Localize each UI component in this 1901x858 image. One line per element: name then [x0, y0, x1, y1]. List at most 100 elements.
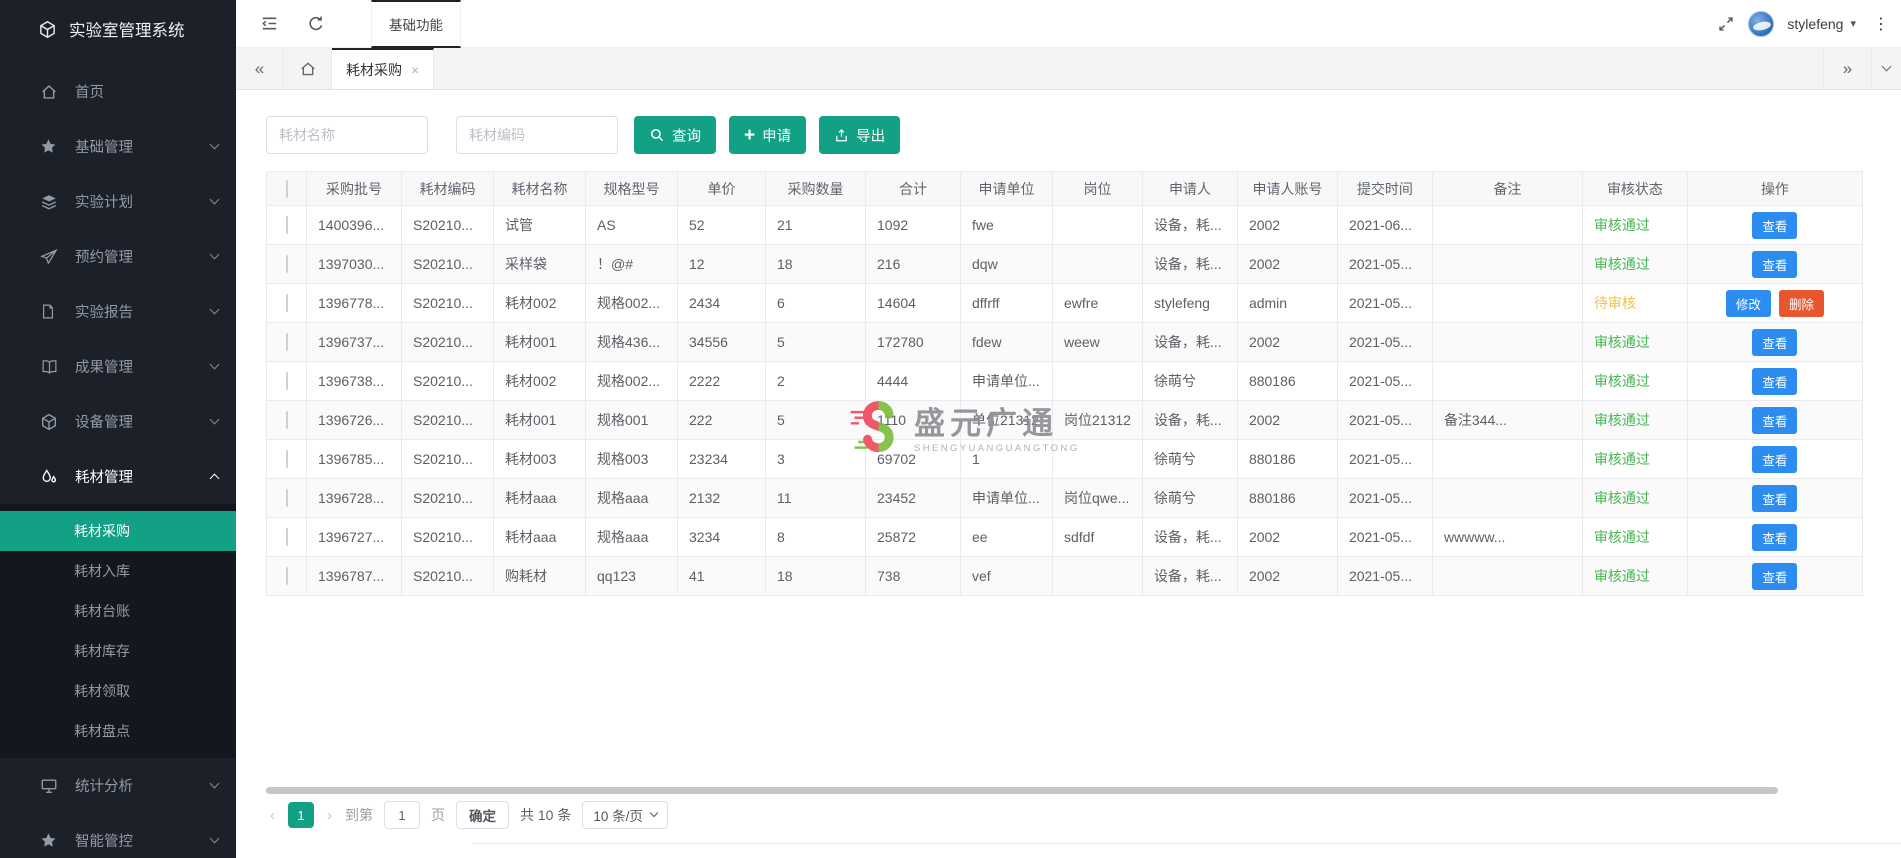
tab-close-icon[interactable]: × — [411, 62, 419, 78]
view-button[interactable]: 查看 — [1752, 445, 1798, 473]
fullscreen-icon[interactable] — [1717, 15, 1735, 33]
tab-consumables-procurement[interactable]: 耗材采购 × — [332, 48, 435, 89]
sidebar-subitem[interactable]: 耗材领取 — [0, 671, 236, 711]
delete-button[interactable]: 删除 — [1778, 289, 1824, 317]
view-button[interactable]: 查看 — [1752, 523, 1798, 551]
username[interactable]: stylefeng — [1787, 16, 1843, 32]
actions-cell: 查看 — [1686, 361, 1863, 401]
sidebar-item[interactable]: 首页 — [0, 64, 236, 119]
more-options-icon[interactable]: ⋮ — [1869, 14, 1893, 34]
view-button[interactable]: 查看 — [1752, 367, 1798, 395]
sidebar-item[interactable]: 实验报告 — [0, 284, 236, 339]
row-checkbox[interactable] — [285, 216, 288, 234]
table-cell: 备注344... — [1431, 400, 1583, 440]
refresh-icon[interactable] — [307, 15, 325, 33]
sidebar-item[interactable]: 设备管理 — [0, 394, 236, 449]
sidebar-item[interactable]: 预约管理 — [0, 229, 236, 284]
actions-cell: 查看 — [1686, 439, 1863, 479]
table-cell: 单位21312 — [960, 400, 1053, 440]
table-cell: 2021-05... — [1336, 361, 1433, 401]
goto-page-input[interactable] — [384, 801, 420, 829]
sidebar-subitem[interactable]: 耗材台账 — [0, 591, 236, 631]
consumable-code-input[interactable] — [456, 116, 618, 154]
query-button[interactable]: 查询 — [634, 116, 716, 154]
column-header: 规格型号 — [585, 171, 678, 206]
confirm-button[interactable]: 确定 — [456, 801, 509, 829]
horizontal-scrollbar[interactable] — [266, 787, 1778, 794]
view-button[interactable]: 查看 — [1752, 484, 1798, 512]
view-button[interactable]: 查看 — [1752, 328, 1798, 356]
column-header: 岗位 — [1052, 171, 1143, 206]
status-cell: 审核通过 — [1581, 478, 1688, 518]
row-checkbox[interactable] — [285, 450, 288, 468]
table-cell — [1431, 322, 1583, 362]
tabs-menu-chevron-down-icon[interactable] — [1871, 48, 1901, 89]
page-1-button[interactable]: 1 — [288, 802, 314, 828]
row-checkbox[interactable] — [285, 567, 288, 585]
table-cell: 试管 — [493, 205, 586, 245]
sidebar-item[interactable]: 实验计划 — [0, 174, 236, 229]
sidebar-item[interactable]: 耗材管理 — [0, 449, 236, 504]
table-cell — [1052, 244, 1143, 284]
topbar-right: stylefeng ▾ ⋮ — [1717, 10, 1901, 37]
status-cell: 审核通过 — [1581, 205, 1688, 245]
table-row: 1396737... S20210... 耗材001 规格436... 34556 5 17… — [266, 322, 1863, 362]
export-button[interactable]: 导出 — [819, 116, 901, 154]
sidebar-subitem[interactable]: 耗材库存 — [0, 631, 236, 671]
next-page-icon[interactable]: › — [325, 807, 334, 824]
table-cell: 6 — [765, 283, 866, 323]
sidebar-item[interactable]: 统计分析 — [0, 758, 236, 813]
status-badge: 审核通过 — [1593, 490, 1650, 506]
table-cell: 设备，耗... — [1141, 517, 1238, 557]
prev-page-icon[interactable]: ‹ — [268, 807, 277, 824]
select-chevron-down-icon — [649, 808, 659, 818]
table-cell: 1092 — [865, 205, 961, 245]
column-header: 采购批号 — [306, 171, 402, 206]
tab-basic-functions[interactable]: 基础功能 — [371, 0, 461, 48]
column-header: 耗材编码 — [401, 171, 494, 206]
sidebar-subitem[interactable]: 耗材盘点 — [0, 711, 236, 751]
row-checkbox[interactable] — [285, 489, 288, 507]
table-cell: 耗材003 — [493, 439, 586, 479]
sidebar-subitem[interactable]: 耗材入库 — [0, 551, 236, 591]
user-caret-down-icon[interactable]: ▾ — [1850, 17, 1856, 30]
row-checkbox[interactable] — [285, 411, 288, 429]
view-button[interactable]: 查看 — [1752, 406, 1798, 434]
sidebar-item[interactable]: 智能管控 — [0, 813, 236, 858]
status-badge: 审核通过 — [1593, 412, 1650, 428]
status-cell: 审核通过 — [1581, 517, 1688, 557]
table-cell: 耗材002 — [493, 361, 586, 401]
row-checkbox[interactable] — [285, 333, 288, 351]
menu-fold-icon[interactable] — [260, 14, 279, 33]
tabs-scroll-right-icon[interactable]: » — [1823, 48, 1871, 89]
page-size-select[interactable]: 10 条/页 — [582, 801, 668, 829]
row-checkbox[interactable] — [285, 528, 288, 546]
home-tab-icon[interactable] — [284, 48, 332, 89]
table-cell: 4444 — [865, 361, 961, 401]
sidebar-item[interactable]: 基础管理 — [0, 119, 236, 174]
row-checkbox[interactable] — [285, 255, 288, 273]
apply-button[interactable]: + 申请 — [729, 116, 807, 154]
view-button[interactable]: 查看 — [1752, 250, 1798, 278]
sidebar-item[interactable]: 成果管理 — [0, 339, 236, 394]
table-cell: 41 — [677, 556, 766, 596]
tabs-scroll-left-icon[interactable]: « — [236, 48, 284, 89]
table-cell: S20210... — [401, 400, 494, 440]
row-checkbox[interactable] — [285, 294, 288, 312]
view-button[interactable]: 查看 — [1752, 211, 1798, 239]
page-unit-label: 页 — [431, 807, 445, 823]
consumables-table: 采购批号 耗材编码 耗材名称 规格型号 单价 采购数量 合计 申请单位 岗位 申请人 申请人账号 提交… — [266, 171, 1863, 596]
view-button[interactable]: 查看 — [1752, 562, 1798, 590]
sidebar-subitem[interactable]: 耗材采购 — [0, 511, 236, 551]
row-checkbox[interactable] — [285, 372, 288, 390]
sidebar-menu: 首页 基础管理 实验计划 预约管理 实验报告 成果管理 设备管理 耗材管理 耗材采购 耗材入库 耗材… — [0, 64, 236, 858]
consumable-name-input[interactable] — [266, 116, 428, 154]
table-cell: 耗材002 — [493, 283, 586, 323]
table-cell: 14604 — [865, 283, 961, 323]
user-avatar[interactable] — [1748, 10, 1775, 37]
sidebar-item-label: 基础管理 — [75, 140, 133, 156]
select-all-checkbox[interactable] — [285, 179, 288, 198]
table-cell: 设备，耗... — [1141, 244, 1238, 284]
edit-button[interactable]: 修改 — [1725, 289, 1771, 317]
table-cell: 设备，耗... — [1141, 205, 1238, 245]
